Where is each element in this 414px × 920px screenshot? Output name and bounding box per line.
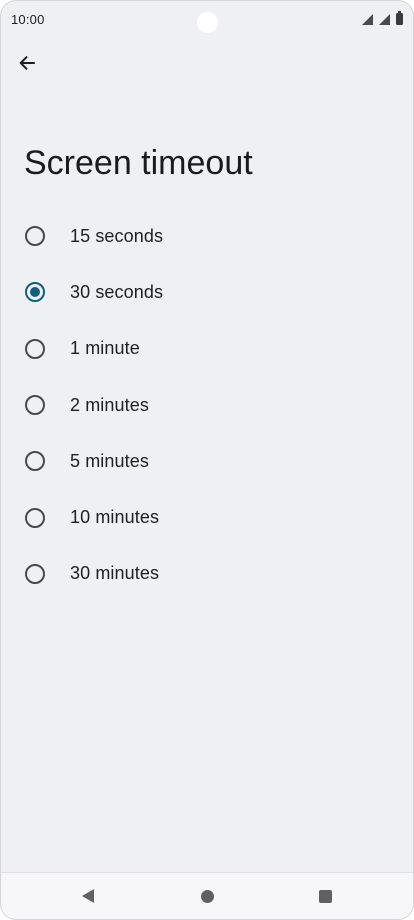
arrow-left-icon	[19, 56, 35, 70]
camera-cutout	[197, 12, 218, 33]
radio-button[interactable]	[25, 338, 45, 359]
nav-home-button[interactable]	[194, 883, 220, 909]
phone-screen: 10:00 Screen timeout 15 seconds 30 secon…	[0, 0, 414, 920]
radio-button[interactable]	[25, 395, 45, 416]
option-label: 1 minute	[70, 338, 140, 359]
battery-icon	[396, 11, 403, 25]
radio-button[interactable]	[25, 451, 45, 472]
circle-home-icon	[200, 889, 214, 903]
status-time: 10:00	[11, 12, 45, 27]
navigation-bar	[1, 872, 413, 919]
option-5-minutes[interactable]: 5 minutes	[1, 433, 413, 489]
option-30-seconds[interactable]: 30 seconds	[1, 264, 413, 320]
radio-button[interactable]	[25, 507, 45, 528]
timeout-options-list: 15 seconds 30 seconds 1 minute 2 minutes…	[1, 208, 413, 602]
radio-button[interactable]	[25, 282, 45, 303]
option-label: 2 minutes	[70, 394, 149, 415]
wifi-signal-icon	[362, 14, 373, 25]
option-10-minutes[interactable]: 10 minutes	[1, 489, 413, 545]
status-bar: 10:00	[1, 1, 413, 39]
option-label: 5 minutes	[70, 450, 149, 471]
option-15-seconds[interactable]: 15 seconds	[1, 208, 413, 264]
nav-recents-button[interactable]	[312, 883, 338, 909]
back-button[interactable]	[9, 45, 45, 81]
status-icons	[362, 11, 403, 25]
nav-back-button[interactable]	[75, 883, 101, 909]
radio-button[interactable]	[25, 226, 45, 247]
option-label: 30 minutes	[70, 563, 160, 584]
option-2-minutes[interactable]: 2 minutes	[1, 377, 413, 433]
option-1-minute[interactable]: 1 minute	[1, 321, 413, 377]
option-label: 10 minutes	[70, 507, 160, 528]
option-label: 30 seconds	[70, 281, 164, 302]
page-title: Screen timeout	[24, 144, 253, 182]
radio-button[interactable]	[25, 563, 45, 584]
triangle-back-icon	[82, 889, 94, 903]
option-30-minutes[interactable]: 30 minutes	[1, 546, 413, 602]
cellular-signal-icon	[379, 14, 390, 25]
option-label: 15 seconds	[70, 225, 164, 246]
square-recents-icon	[318, 889, 332, 903]
